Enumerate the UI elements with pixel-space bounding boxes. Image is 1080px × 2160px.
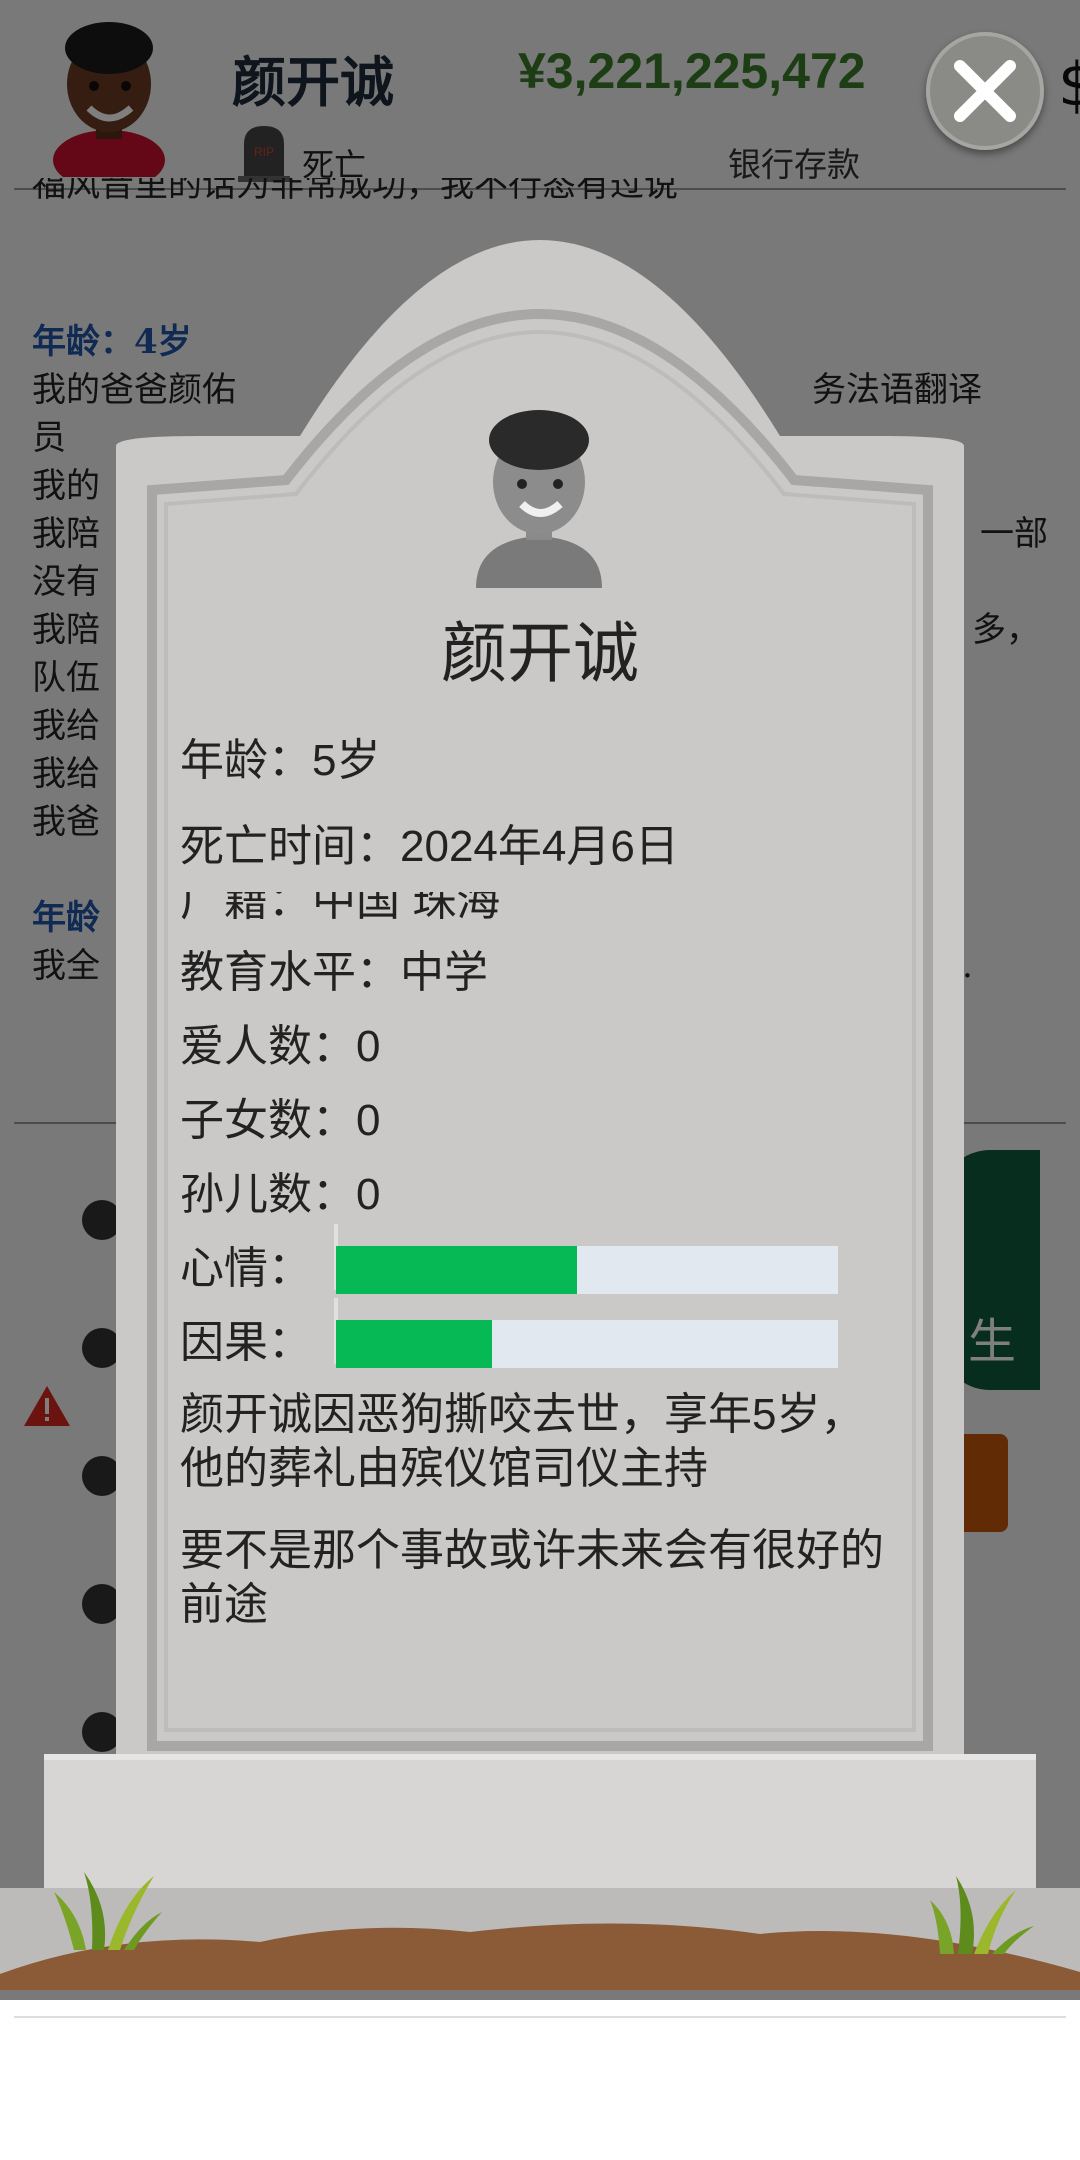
close-button[interactable] <box>926 32 1044 150</box>
karma-label: 因果： <box>180 1318 312 1367</box>
deceased-name: 颜开诚 <box>441 616 639 690</box>
close-icon <box>954 60 1016 122</box>
death-time: 死亡时间：2024年4月6日 <box>180 822 679 871</box>
bottom-divider <box>14 2016 1066 2018</box>
epitaph-cause: 颜开诚因恶狗撕咬去世，享年5岁，他的葬礼由殡仪馆司仪主持 <box>180 1390 865 1493</box>
hometown-row: 广籍：中国 珠海 <box>180 892 501 922</box>
grass-icon <box>54 1872 162 1950</box>
mood-bar-fill <box>336 1246 577 1294</box>
deceased-portrait <box>476 410 602 588</box>
karma-bar-fill <box>336 1320 492 1368</box>
education-level: 教育水平：中学 <box>180 948 488 997</box>
mood-bar <box>336 1246 838 1294</box>
children-count: 子女数：0 <box>180 1096 381 1145</box>
mood-label: 心情： <box>180 1244 312 1293</box>
grandchildren-count: 孙儿数：0 <box>180 1170 381 1219</box>
grass-icon <box>930 1876 1034 1954</box>
karma-bar <box>336 1320 838 1368</box>
age-at-death: 年龄：5岁 <box>180 736 381 785</box>
epitaph-note: 要不是那个事故或许未来会有很好的前途 <box>180 1526 884 1629</box>
lovers-count: 爱人数：0 <box>180 1022 381 1071</box>
